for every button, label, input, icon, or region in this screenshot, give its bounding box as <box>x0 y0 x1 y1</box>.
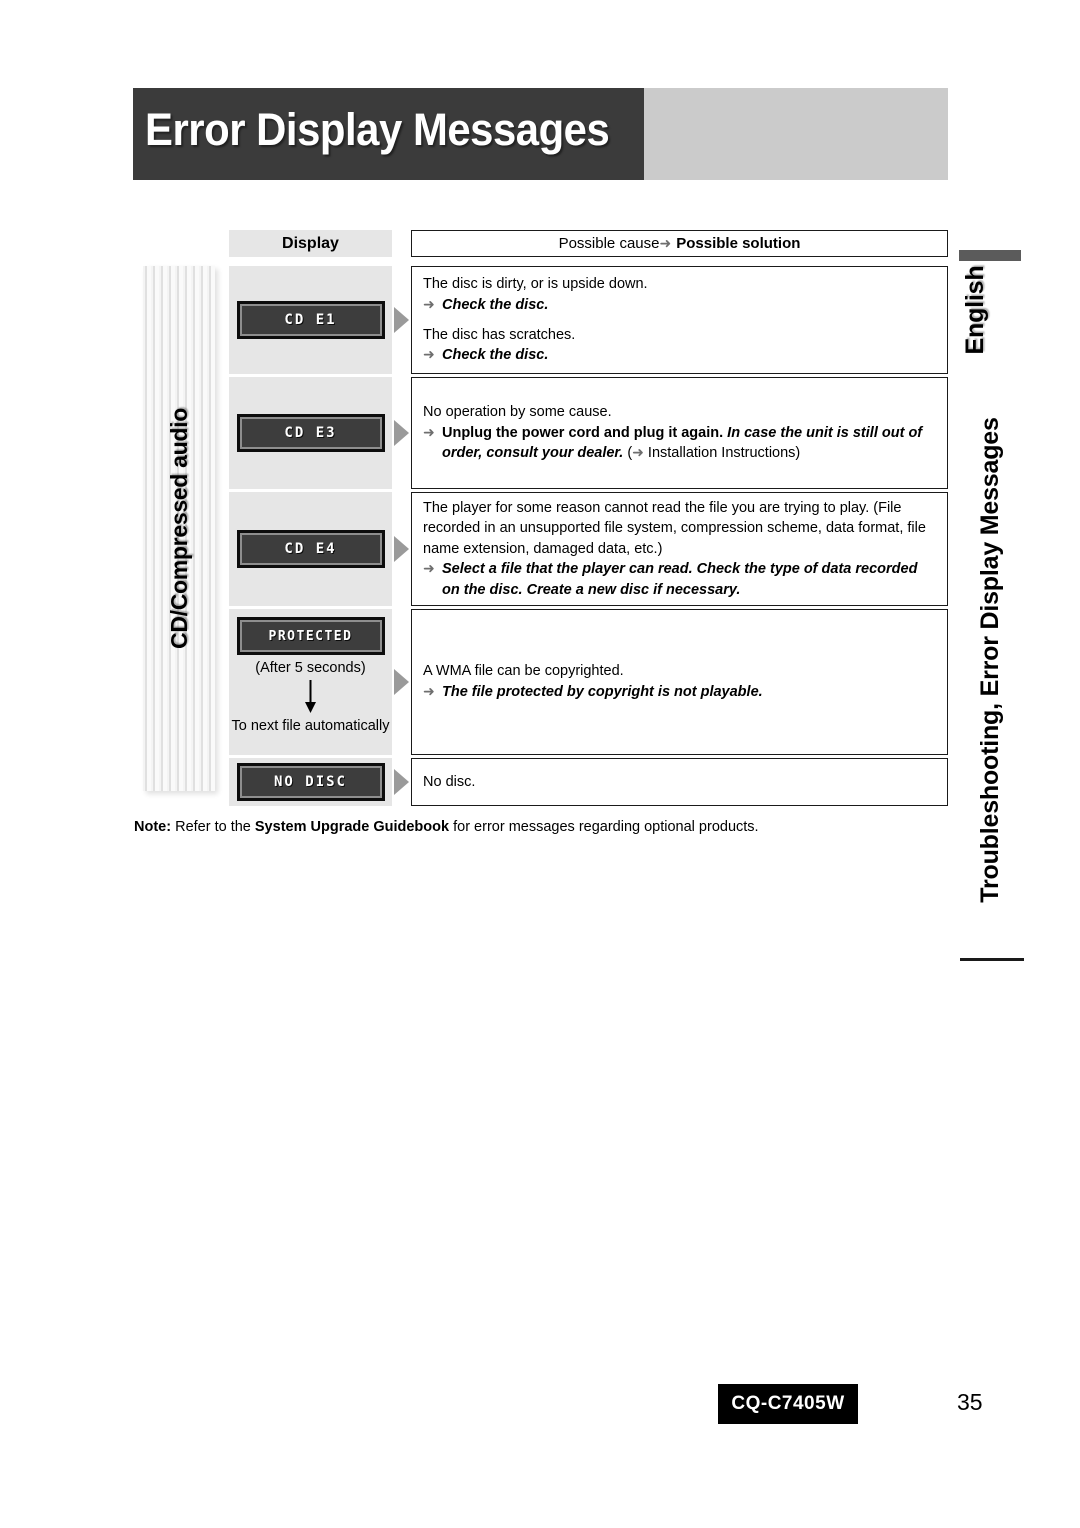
cause-text: The player for some reason cannot read t… <box>423 499 926 557</box>
cause-text: A WMA file can be copyrighted. <box>423 663 624 680</box>
triangle-right-icon <box>394 669 409 695</box>
lcd-text: CD E4 <box>284 541 337 557</box>
language-label: English <box>960 265 989 355</box>
display-cell: CD E1 <box>229 266 392 374</box>
solution-text: Check the disc. <box>442 296 549 313</box>
page-header-banner: Error Display Messages <box>133 88 948 180</box>
note-text-after: for error messages regarding optional pr… <box>449 819 759 835</box>
right-side-rail: English Troubleshooting, Error Display M… <box>955 250 1025 970</box>
table-row: NO DISC No disc. <box>229 758 948 806</box>
lcd-text: PROTECTED <box>268 628 353 644</box>
display-cell: NO DISC <box>229 758 392 806</box>
lcd-panel: PROTECTED <box>236 617 385 655</box>
row-arrow <box>392 377 411 489</box>
page-number: 35 <box>957 1389 983 1415</box>
lcd-panel: CD E4 <box>236 530 385 568</box>
cause-text: The disc is dirty, or is upside down. <box>423 276 648 293</box>
after-seconds-note: (After 5 seconds) <box>255 660 366 676</box>
arrow-right-icon: ➜ <box>423 346 435 363</box>
note-text-before: Refer to the <box>171 819 255 835</box>
cause-text: No operation by some cause. <box>423 404 612 421</box>
column-header-display: Display <box>229 230 392 257</box>
left-category-ribbon: CD/Compressed audio <box>143 266 215 791</box>
entry-spacer <box>423 316 936 325</box>
column-header-cause-solution: Possible cause ➜ Possible solution <box>411 230 948 257</box>
next-file-note: To next file automatically <box>231 718 390 734</box>
lcd-text: NO DISC <box>273 774 347 790</box>
solution-tail-open: ( <box>623 445 633 462</box>
cause-solution-cell: No operation by some cause. ➜ Unplug the … <box>411 377 948 489</box>
solution-text-bold: Unplug the power cord and plug it again. <box>442 424 728 441</box>
left-category-label: CD/Compressed audio <box>165 408 192 649</box>
row-arrow <box>392 758 411 806</box>
cause-text: The disc has scratches. <box>423 326 576 343</box>
footnote: Note: Refer to the System Upgrade Guideb… <box>134 819 759 835</box>
cause-solution-cell: No disc. <box>411 758 948 806</box>
row-arrow <box>392 609 411 755</box>
solution-text: Check the disc. <box>442 347 549 364</box>
lcd-text: CD E3 <box>284 425 337 441</box>
rail-divider <box>960 958 1024 961</box>
table-header-row: Display Possible cause ➜ Possible soluti… <box>229 230 948 257</box>
header-spacer <box>392 230 411 257</box>
solution-tail-text: Installation Instructions) <box>643 445 801 462</box>
note-guidebook-title: System Upgrade Guidebook <box>254 819 450 835</box>
model-number: CQ-C7405W <box>731 1393 845 1414</box>
lcd-text: CD E1 <box>284 312 337 328</box>
error-messages-table: Display Possible cause ➜ Possible soluti… <box>229 230 948 809</box>
arrow-right-icon: ➜ <box>423 560 435 577</box>
triangle-right-icon <box>394 307 409 333</box>
lcd-panel: CD E3 <box>236 414 385 452</box>
table-row: CD E1 The disc is dirty, or is upside do… <box>229 266 948 374</box>
lcd-panel: NO DISC <box>236 763 385 801</box>
solution-text: Select a file that the player can read. … <box>442 561 918 598</box>
lcd-panel: CD E1 <box>236 301 385 339</box>
triangle-right-icon <box>394 769 409 795</box>
section-label: Troubleshooting, Error Display Messages <box>975 417 1004 903</box>
display-cell: CD E4 <box>229 492 392 606</box>
table-row: PROTECTED (After 5 seconds) To next file… <box>229 609 948 755</box>
display-cell: CD E3 <box>229 377 392 489</box>
page-title: Error Display Messages <box>145 104 610 155</box>
note-label: Note: <box>134 819 172 835</box>
triangle-right-icon <box>394 420 409 446</box>
row-arrow <box>392 492 411 606</box>
arrow-right-icon: ➜ <box>423 295 435 312</box>
cause-solution-cell: A WMA file can be copyrighted. ➜ The file… <box>411 609 948 755</box>
arrow-right-icon: ➜ <box>423 423 435 440</box>
cause-text: No disc. <box>423 773 476 790</box>
table-row: CD E4 The player for some reason cannot … <box>229 492 948 606</box>
arrow-right-icon: ➜ <box>632 444 644 461</box>
arrow-right-icon: ➜ <box>659 235 672 251</box>
model-badge: CQ-C7405W <box>718 1384 858 1424</box>
cause-label: Possible cause <box>558 235 660 252</box>
cause-solution-cell: The disc is dirty, or is upside down. ➜ C… <box>411 266 948 374</box>
arrow-down-icon <box>304 680 317 714</box>
arrow-right-icon: ➜ <box>423 683 435 699</box>
solution-text: The file protected by copyright is not p… <box>442 684 763 700</box>
triangle-right-icon <box>394 536 409 562</box>
display-cell: PROTECTED (After 5 seconds) To next file… <box>229 609 392 755</box>
cause-solution-cell: The player for some reason cannot read t… <box>411 492 948 606</box>
table-row: CD E3 No operation by some cause. ➜ Unplu… <box>229 377 948 489</box>
solution-label: Possible solution <box>676 235 801 252</box>
row-arrow <box>392 266 411 374</box>
